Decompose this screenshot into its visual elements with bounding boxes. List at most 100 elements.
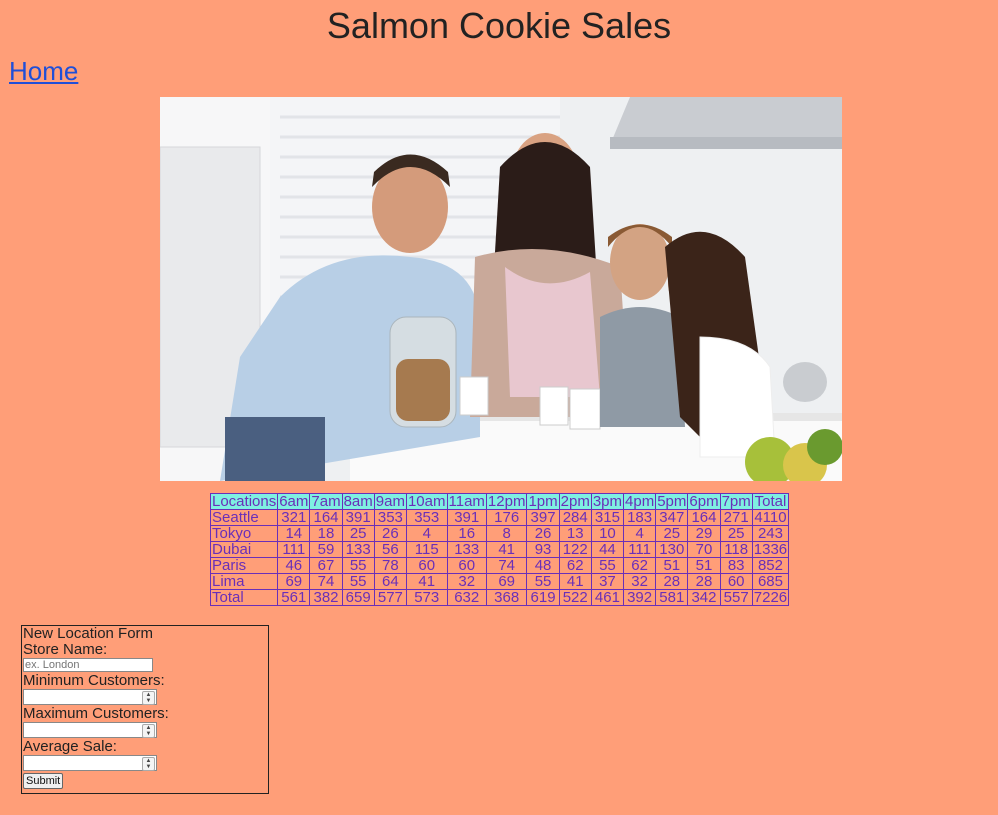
sales-cell: 16 xyxy=(446,525,487,542)
sales-cell: 10 xyxy=(590,525,625,542)
sales-cell: 51 xyxy=(687,557,721,574)
sales-cell: 41 xyxy=(405,573,448,590)
sales-cell: 25 xyxy=(655,525,689,542)
sales-cell: 368 xyxy=(485,589,528,606)
header-6pm: 6pm xyxy=(687,493,721,510)
header-5pm: 5pm xyxy=(655,493,689,510)
sales-cell: 69 xyxy=(277,573,311,590)
sales-cell: 41 xyxy=(485,541,528,558)
sales-cell: 522 xyxy=(558,589,592,606)
sales-cell: 69 xyxy=(485,573,528,590)
sales-cell: 29 xyxy=(687,525,721,542)
sales-cell: 14 xyxy=(277,525,311,542)
table-header-row: Locations 6am 7am 8am 9am 10am 11am 12pm 1pm 2pm 3… xyxy=(209,493,790,510)
sales-cell: 55 xyxy=(526,573,560,590)
header-8am: 8am xyxy=(341,493,375,510)
home-link[interactable]: Home xyxy=(9,56,78,87)
number-spinner-icon[interactable]: ▲ ▼ xyxy=(142,724,155,738)
sales-cell: 342 xyxy=(687,589,721,606)
sales-cell: 632 xyxy=(446,589,487,606)
sales-cell: 619 xyxy=(526,589,560,606)
sales-cell: 382 xyxy=(309,589,343,606)
sales-cell: 118 xyxy=(719,541,753,558)
sales-cell: 18 xyxy=(309,525,343,542)
sales-cell: 55 xyxy=(341,557,375,574)
min-customers-input[interactable]: ▲ ▼ xyxy=(23,689,157,705)
sales-cell: 133 xyxy=(446,541,487,558)
sales-cell: 55 xyxy=(590,557,625,574)
sales-cell: 659 xyxy=(341,589,375,606)
sales-cell: 284 xyxy=(558,509,592,526)
sales-cell: 130 xyxy=(655,541,689,558)
sales-cell: 243 xyxy=(751,525,790,542)
header-1pm: 1pm xyxy=(526,493,560,510)
sales-cell: 4 xyxy=(623,525,657,542)
sales-cell: 25 xyxy=(341,525,375,542)
sales-cell: 67 xyxy=(309,557,343,574)
sales-cell: 581 xyxy=(655,589,689,606)
sales-cell: 78 xyxy=(373,557,407,574)
sales-cell: 183 xyxy=(623,509,657,526)
table-row: Tokyo 14 18 25 26 4 16 8 26 13 10 4 25 29 25 243 xyxy=(209,525,790,542)
sales-cell: 28 xyxy=(687,573,721,590)
max-customers-label: Maximum Customers: xyxy=(23,705,169,722)
table-row: Paris 46 67 55 78 60 60 74 48 62 55 62 51 51 83 852 xyxy=(209,557,790,574)
header-3pm: 3pm xyxy=(590,493,625,510)
header-12pm: 12pm xyxy=(485,493,528,510)
header-4pm: 4pm xyxy=(623,493,657,510)
sales-cell: 392 xyxy=(623,589,657,606)
sales-cell: 55 xyxy=(341,573,375,590)
sales-cell: 561 xyxy=(277,589,311,606)
sales-cell: 397 xyxy=(526,509,560,526)
header-7am: 7am xyxy=(309,493,343,510)
store-name-input[interactable] xyxy=(23,658,153,672)
location-cell: Dubai xyxy=(209,541,279,558)
sales-cell: 1336 xyxy=(751,541,790,558)
sales-cell: 48 xyxy=(526,557,560,574)
sales-cell: 70 xyxy=(687,541,721,558)
header-11am: 11am xyxy=(446,493,487,510)
family-photo xyxy=(160,97,842,481)
sales-cell: 852 xyxy=(751,557,790,574)
sales-cell: 83 xyxy=(719,557,753,574)
header-locations: Locations xyxy=(209,493,279,510)
sales-cell: 353 xyxy=(405,509,448,526)
sales-cell: 557 xyxy=(719,589,753,606)
average-sale-label: Average Sale: xyxy=(23,738,117,755)
sales-cell: 111 xyxy=(623,541,657,558)
sales-cell: 44 xyxy=(590,541,625,558)
average-sale-input[interactable]: ▲ ▼ xyxy=(23,755,157,771)
sales-cell: 60 xyxy=(405,557,448,574)
sales-cell: 7226 xyxy=(751,589,790,606)
location-cell: Total xyxy=(209,589,279,606)
sales-cell: 74 xyxy=(485,557,528,574)
sales-cell: 461 xyxy=(590,589,625,606)
number-spinner-icon[interactable]: ▲ ▼ xyxy=(142,757,155,771)
sales-cell: 353 xyxy=(373,509,407,526)
sales-cell: 41 xyxy=(558,573,592,590)
table-row: Total 561 382 659 577 573 632 368 619 522 461 392 58… xyxy=(209,589,790,606)
sales-cell: 32 xyxy=(446,573,487,590)
sales-cell: 13 xyxy=(558,525,592,542)
location-cell: Lima xyxy=(209,573,279,590)
location-cell: Seattle xyxy=(209,509,279,526)
sales-cell: 26 xyxy=(526,525,560,542)
location-cell: Paris xyxy=(209,557,279,574)
form-legend: New Location Form xyxy=(23,625,154,642)
sales-cell: 347 xyxy=(655,509,689,526)
sales-cell: 60 xyxy=(719,573,753,590)
sales-cell: 391 xyxy=(341,509,375,526)
table-row: Lima 69 74 55 64 41 32 69 55 41 37 32 28 28 60 685 xyxy=(209,573,790,590)
number-spinner-icon[interactable]: ▲ ▼ xyxy=(142,691,155,705)
sales-cell: 56 xyxy=(373,541,407,558)
sales-cell: 122 xyxy=(558,541,592,558)
submit-button[interactable]: Submit xyxy=(23,773,64,789)
page-title: Salmon Cookie Sales xyxy=(326,5,672,46)
sales-cell: 315 xyxy=(590,509,625,526)
sales-cell: 25 xyxy=(719,525,753,542)
store-name-label: Store Name: xyxy=(23,641,108,658)
header-10am: 10am xyxy=(405,493,448,510)
sales-cell: 164 xyxy=(309,509,343,526)
max-customers-input[interactable]: ▲ ▼ xyxy=(23,722,157,738)
sales-cell: 32 xyxy=(623,573,657,590)
